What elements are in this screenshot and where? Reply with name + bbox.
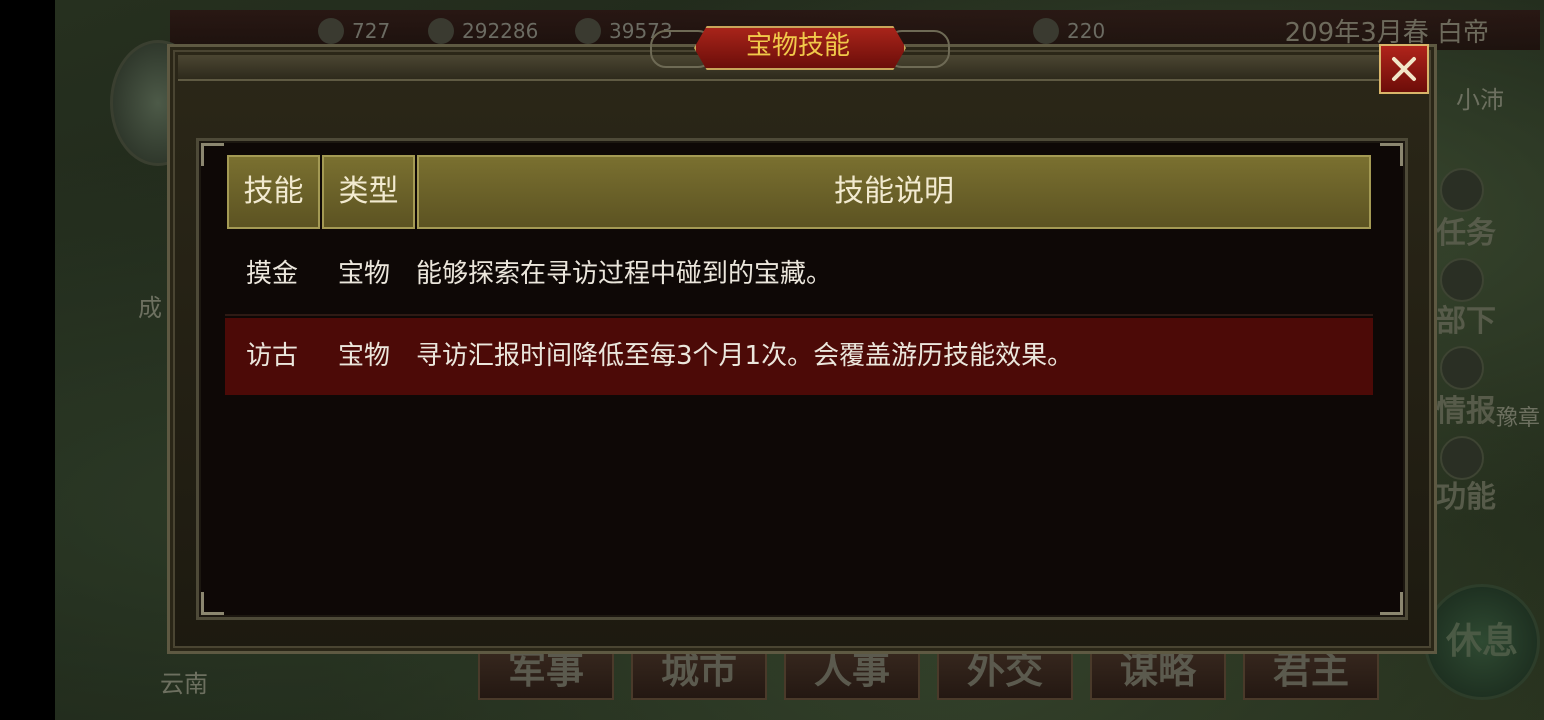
resource-value: 727	[352, 19, 391, 43]
dialog-title: 宝物技能	[745, 31, 850, 61]
row-1-description: 能够探索在寻访过程中碰到的宝藏。	[416, 259, 833, 289]
intel-icon[interactable]	[1440, 346, 1484, 390]
header-skill: 技能	[227, 155, 320, 229]
resource-value: 292286	[462, 19, 539, 43]
corner-ornament	[1380, 592, 1403, 615]
row-2-description: 寻访汇报时间降低至每3个月1次。会覆盖游历技能效果。	[416, 341, 1074, 371]
map-city-cheng[interactable]: 成	[138, 288, 162, 323]
troop-icon	[318, 18, 344, 44]
corner-ornament	[201, 143, 224, 166]
grain-icon	[575, 18, 601, 44]
money-bag-icon	[428, 18, 454, 44]
left-border	[0, 0, 55, 720]
map-city-yunnan[interactable]: 云南	[160, 664, 208, 699]
resource-value: 220	[1067, 19, 1106, 43]
resource-money: 292286	[428, 18, 538, 44]
corner-ornament	[201, 592, 224, 615]
scroll-icon	[1033, 18, 1059, 44]
task-icon[interactable]	[1440, 168, 1484, 212]
row-divider	[225, 314, 1373, 316]
close-icon	[1392, 57, 1416, 81]
header-description: 技能说明	[417, 155, 1371, 229]
row-1-type: 宝物	[338, 259, 391, 289]
row-2-type: 宝物	[338, 341, 391, 371]
close-button[interactable]	[1379, 44, 1429, 94]
side-menu-task[interactable]: 任务	[1436, 208, 1496, 252]
resource-scroll: 220	[1033, 18, 1105, 44]
side-menu-subordinates[interactable]: 部下	[1436, 296, 1496, 340]
side-menu-intel[interactable]: 情报	[1436, 386, 1496, 430]
side-menu-functions[interactable]: 功能	[1436, 472, 1496, 516]
resource-troops: 727	[318, 18, 390, 44]
map-city-yuzhang[interactable]: 豫章	[1496, 400, 1540, 432]
row-1-skill: 摸金	[246, 259, 299, 289]
row-2-skill: 访古	[246, 341, 299, 371]
rest-button[interactable]: 休息	[1424, 584, 1540, 700]
corner-ornament	[1380, 143, 1403, 166]
header-type: 类型	[322, 155, 415, 229]
map-city-xiaopei[interactable]: 小沛	[1456, 80, 1504, 115]
